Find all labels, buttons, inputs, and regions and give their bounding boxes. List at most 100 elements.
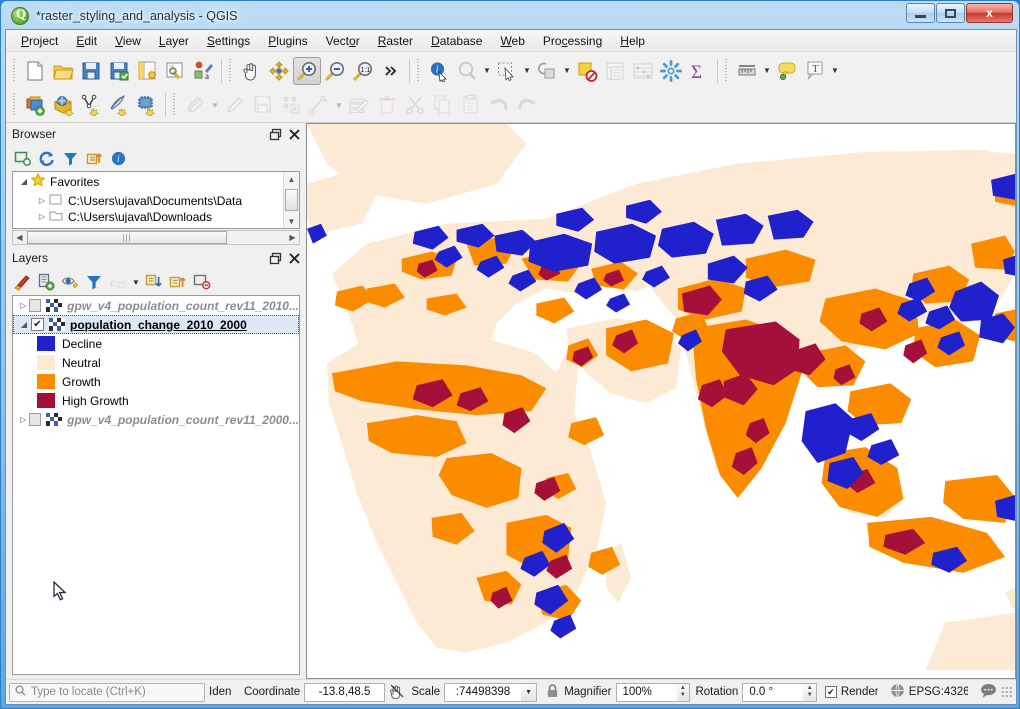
statistical-summary-icon[interactable]: Σ: [685, 57, 713, 85]
lock-scale-icon[interactable]: [545, 683, 560, 701]
legend-row-high-growth[interactable]: High Growth: [13, 391, 299, 410]
layers-float-button[interactable]: [267, 250, 283, 266]
menu-help[interactable]: Help: [611, 32, 654, 50]
menu-view[interactable]: View: [106, 32, 150, 50]
globe-icon[interactable]: [890, 683, 905, 701]
chevron-down-icon[interactable]: ▼: [561, 57, 573, 85]
vertex-tool-icon[interactable]: [305, 91, 333, 119]
toolbar-overflow-icon[interactable]: [377, 57, 405, 85]
add-feature-icon[interactable]: [277, 91, 305, 119]
zoom-out-icon[interactable]: [321, 57, 349, 85]
new-print-layout-icon[interactable]: [133, 57, 161, 85]
zoom-in-icon[interactable]: [293, 57, 321, 85]
add-mesh-layer-icon[interactable]: [133, 91, 161, 119]
chevron-down-icon[interactable]: ▼: [209, 91, 221, 119]
expander-icon[interactable]: ▷: [35, 196, 49, 205]
magnifier-spinner[interactable]: ▲▼: [677, 683, 691, 702]
undo-icon[interactable]: [485, 91, 513, 119]
toolbar-grip[interactable]: [227, 59, 234, 83]
add-group-icon[interactable]: [35, 271, 57, 293]
add-selected-layers-icon[interactable]: [11, 147, 33, 169]
browser-horizontal-scrollbar[interactable]: ◀ ||| ▶: [12, 230, 300, 245]
crs-label[interactable]: EPSG:4326: [909, 686, 968, 698]
toolbar-grip[interactable]: [723, 59, 730, 83]
scroll-thumb[interactable]: |||: [27, 231, 227, 244]
map-canvas[interactable]: [306, 123, 1016, 679]
toolbar-grip[interactable]: [415, 59, 422, 83]
menu-plugins[interactable]: Plugins: [259, 32, 316, 50]
redo-icon[interactable]: [513, 91, 541, 119]
style-manager-icon[interactable]: a: [189, 57, 217, 85]
open-attribute-table-icon[interactable]: [601, 57, 629, 85]
modify-attributes-icon[interactable]: [345, 91, 373, 119]
menu-web[interactable]: Web: [491, 32, 533, 50]
message-log-icon[interactable]: [980, 683, 997, 701]
menu-processing[interactable]: Processing: [534, 32, 611, 50]
save-layer-edits-icon[interactable]: [249, 91, 277, 119]
menu-layer[interactable]: Layer: [150, 32, 198, 50]
identify-features-icon[interactable]: i: [425, 57, 453, 85]
scroll-thumb[interactable]: [285, 189, 298, 211]
add-vector-layer-icon[interactable]: [77, 91, 105, 119]
menu-raster[interactable]: Raster: [369, 32, 422, 50]
expander-icon[interactable]: ▷: [35, 212, 49, 221]
toolbar-grip[interactable]: [11, 93, 18, 117]
chevron-down-icon[interactable]: ▼: [521, 57, 533, 85]
layer-row-population-2000[interactable]: ▷ gpw_v4_population_count_rev11_2000...: [13, 410, 299, 429]
layout-manager-icon[interactable]: [161, 57, 189, 85]
legend-row-growth[interactable]: Growth: [13, 372, 299, 391]
select-features-icon[interactable]: [493, 57, 521, 85]
paste-features-icon[interactable]: [457, 91, 485, 119]
chevron-down-icon[interactable]: ▼: [131, 273, 141, 291]
cut-features-icon[interactable]: [401, 91, 429, 119]
chevron-down-icon[interactable]: ▼: [481, 57, 493, 85]
locator-search-input[interactable]: Type to locate (Ctrl+K): [9, 683, 205, 702]
rotation-spinner[interactable]: ▲▼: [803, 683, 817, 702]
toggle-editing-icon[interactable]: [221, 91, 249, 119]
scroll-right-icon[interactable]: ▶: [286, 233, 299, 242]
close-button[interactable]: x: [966, 3, 1013, 23]
coordinate-value[interactable]: -13.8,48.5: [304, 683, 385, 702]
expander-icon[interactable]: ▷: [17, 415, 29, 424]
browser-vertical-scrollbar[interactable]: ▲ ▼: [283, 172, 299, 228]
layer-visibility-checkbox[interactable]: ✔: [31, 318, 44, 331]
layer-row-population-2010[interactable]: ▷ gpw_v4_population_count_rev11_2010...: [13, 296, 299, 315]
layers-tree[interactable]: ▷ gpw_v4_population_count_rev11_2010... …: [12, 295, 300, 675]
chevron-down-icon[interactable]: ▼: [761, 57, 773, 85]
expander-icon[interactable]: ◢: [17, 177, 31, 186]
layers-close-button[interactable]: [286, 250, 302, 266]
collapse-all-icon[interactable]: [83, 147, 105, 169]
save-project-icon[interactable]: [77, 57, 105, 85]
scale-combo-arrow[interactable]: ▼: [521, 683, 538, 702]
legend-row-decline[interactable]: Decline: [13, 334, 299, 353]
save-project-as-icon[interactable]: [105, 57, 133, 85]
filter-legend-icon[interactable]: [83, 271, 105, 293]
menu-vector[interactable]: Vector: [317, 32, 369, 50]
copy-features-icon[interactable]: [429, 91, 457, 119]
pan-map-icon[interactable]: [237, 57, 265, 85]
menu-edit[interactable]: Edit: [67, 32, 106, 50]
browser-item-downloads-folder[interactable]: ▷ C:\Users\ujaval\Downloads: [13, 210, 299, 223]
chevron-down-icon[interactable]: ▼: [333, 91, 345, 119]
maximize-button[interactable]: [936, 3, 965, 23]
enable-properties-icon[interactable]: i: [107, 147, 129, 169]
select-value-icon[interactable]: [573, 57, 601, 85]
map-tips-icon[interactable]: [773, 57, 801, 85]
remove-layer-icon[interactable]: [191, 271, 213, 293]
collapse-all-icon[interactable]: [167, 271, 189, 293]
menu-settings[interactable]: Settings: [198, 32, 259, 50]
browser-item-favorites[interactable]: ◢ Favorites: [13, 172, 299, 191]
scroll-left-icon[interactable]: ◀: [13, 233, 26, 242]
toggle-extents-icon[interactable]: [389, 683, 405, 702]
layer-visibility-checkbox[interactable]: [29, 299, 41, 312]
render-checkbox[interactable]: ✔: [825, 686, 837, 698]
new-project-icon[interactable]: [21, 57, 49, 85]
resize-grip[interactable]: [1001, 686, 1013, 698]
toolbar-grip[interactable]: [171, 93, 178, 117]
text-annotation-icon[interactable]: T: [801, 57, 829, 85]
add-layer-icon[interactable]: [21, 91, 49, 119]
open-project-icon[interactable]: [49, 57, 77, 85]
zoom-native-icon[interactable]: 1:1: [349, 57, 377, 85]
add-delimited-text-icon[interactable]: [105, 91, 133, 119]
pan-to-selection-icon[interactable]: [265, 57, 293, 85]
